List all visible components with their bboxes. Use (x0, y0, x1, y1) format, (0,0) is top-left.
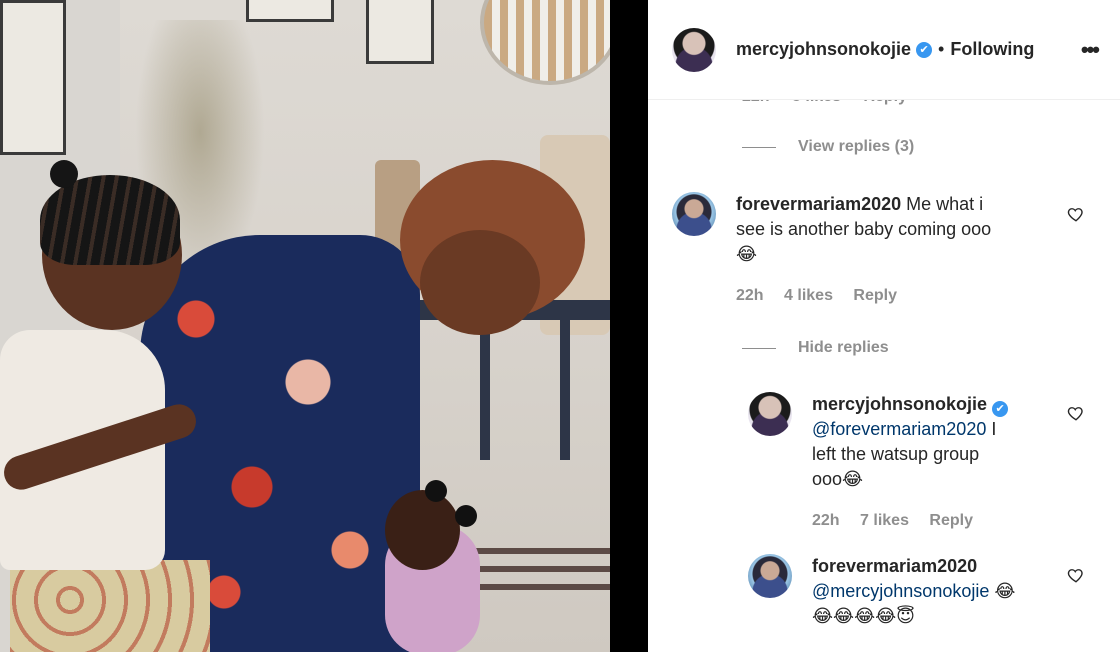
round-mirror (480, 0, 610, 85)
wall-picture-frame (0, 0, 66, 155)
reply-meta: 22h 7 likes Reply (812, 508, 1092, 533)
author-username[interactable]: mercyjohnsonokojie (736, 39, 911, 60)
like-heart-icon[interactable] (1067, 404, 1085, 422)
reply-text: 😂 (989, 581, 1016, 601)
girl-braided-hair (40, 175, 180, 265)
like-heart-icon[interactable] (1067, 566, 1085, 584)
commenter-avatar[interactable] (672, 192, 716, 236)
comment: forevermariam2020 Me what i see is anoth… (672, 192, 1056, 308)
reply-button[interactable]: Reply (929, 512, 973, 529)
reply-body: mercyjohnsonokojie ✔ @forevermariam2020 I… (812, 392, 1092, 533)
post-media-video[interactable] (0, 0, 610, 652)
girl-skirt (10, 560, 210, 652)
following-button[interactable]: Following (950, 39, 1034, 60)
more-options-icon[interactable]: ••• (1081, 37, 1100, 63)
hide-replies-button[interactable]: Hide replies (742, 339, 889, 357)
media-panel-gap (610, 0, 648, 652)
comment-text: see is another baby coming ooo (736, 219, 992, 239)
comment-text: Me what i (901, 194, 984, 214)
instagram-post-view: mercyjohnsonokojie ✔ • Following ••• 22h… (0, 0, 1120, 652)
comment-body: forevermariam2020 Me what i see is anoth… (736, 192, 1056, 308)
reply-text: 😂😂😂😂😇 (812, 606, 915, 626)
replier-username[interactable]: mercyjohnsonokojie (812, 394, 987, 414)
mention-link[interactable]: @forevermariam2020 (812, 419, 986, 439)
wall-picture-frame (246, 0, 334, 22)
mention-link[interactable]: @mercyjohnsonokojie (812, 581, 989, 601)
comment-time: 22h (736, 287, 764, 304)
reply-text: left the watsup group (812, 444, 980, 464)
commenter-username[interactable]: forevermariam2020 (736, 194, 901, 214)
comments-panel: mercyjohnsonokojie ✔ • Following ••• 22h… (648, 0, 1120, 652)
woman-face (420, 230, 540, 335)
view-replies-button[interactable]: View replies (3) (742, 138, 914, 156)
author-avatar[interactable] (672, 27, 716, 72)
reply-comment: mercyjohnsonokojie ✔ @forevermariam2020 I… (748, 392, 1092, 533)
comment-meta: 22h 4 likes Reply (736, 283, 1056, 308)
verified-badge-icon: ✔ (992, 401, 1009, 417)
replier-username[interactable]: forevermariam2020 (812, 556, 977, 576)
header-separator: • (938, 39, 945, 59)
wall-picture-frame (366, 0, 434, 64)
reply-time: 22h (812, 512, 840, 529)
replies-line (742, 347, 776, 349)
replier-avatar[interactable] (748, 392, 792, 436)
girl-hair-bun (50, 160, 78, 188)
reply-comment: forevermariam2020 @mercyjohnsonokojie 😂 … (748, 554, 1092, 629)
view-replies-label: View replies (3) (798, 138, 915, 155)
replies-line (742, 146, 776, 148)
post-header: mercyjohnsonokojie ✔ • Following ••• (648, 0, 1120, 100)
reply-button[interactable]: Reply (853, 287, 897, 304)
reply-likes[interactable]: 7 likes (860, 512, 909, 529)
like-heart-icon[interactable] (1067, 205, 1085, 223)
comment-likes[interactable]: 4 likes (784, 287, 833, 304)
comment-text: 😂 (736, 244, 758, 264)
reply-body: forevermariam2020 @mercyjohnsonokojie 😂 … (812, 554, 1092, 629)
baby-hair-puff (455, 505, 477, 527)
reply-text: I (986, 419, 997, 439)
table-leg (560, 310, 570, 460)
baby-head (385, 490, 460, 570)
hide-replies-label: Hide replies (798, 339, 889, 356)
replier-avatar[interactable] (748, 554, 792, 598)
reply-text: ooo😂 (812, 469, 864, 489)
baby-hair-puff (425, 480, 447, 502)
verified-badge-icon: ✔ (916, 41, 933, 58)
